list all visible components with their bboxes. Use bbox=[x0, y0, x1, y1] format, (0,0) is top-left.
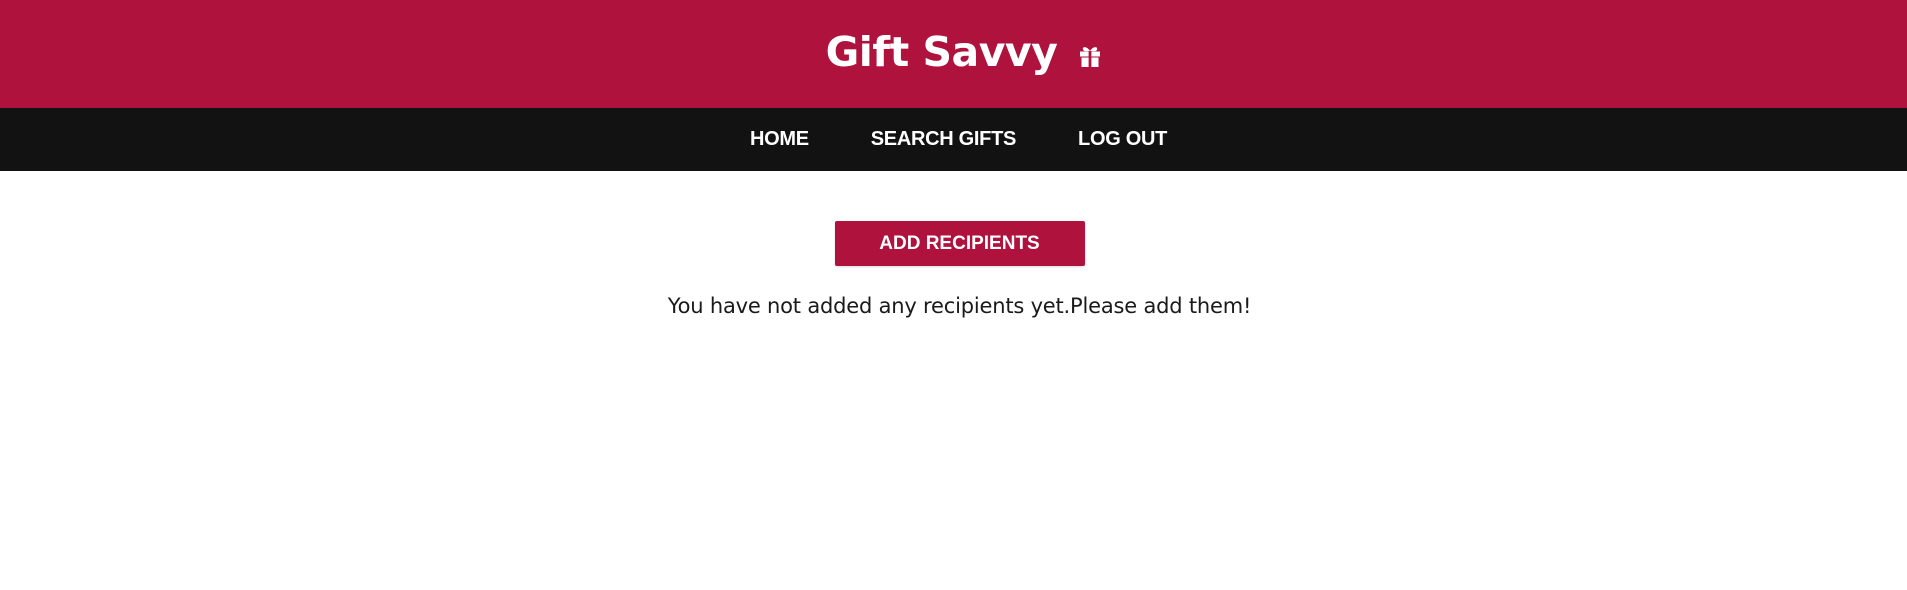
nav-links: HOME SEARCH GIFTS LOG OUT bbox=[750, 128, 1167, 151]
empty-recipients-message: You have not added any recipients yet.Pl… bbox=[667, 294, 1252, 318]
add-recipients-button[interactable]: ADD RECIPIENTS bbox=[834, 221, 1085, 266]
gift-icon bbox=[1077, 43, 1103, 69]
site-title: Gift Savvy bbox=[825, 28, 1058, 76]
main-content: ADD RECIPIENTS You have not added any re… bbox=[0, 171, 1907, 339]
nav-link-home[interactable]: HOME bbox=[750, 128, 809, 151]
main-nav: HOME SEARCH GIFTS LOG OUT bbox=[0, 108, 1907, 171]
nav-link-search-gifts[interactable]: SEARCH GIFTS bbox=[871, 128, 1017, 151]
nav-link-log-out[interactable]: LOG OUT bbox=[1078, 128, 1167, 151]
site-header: Gift Savvy bbox=[0, 0, 1907, 108]
brand: Gift Savvy bbox=[826, 28, 1104, 76]
